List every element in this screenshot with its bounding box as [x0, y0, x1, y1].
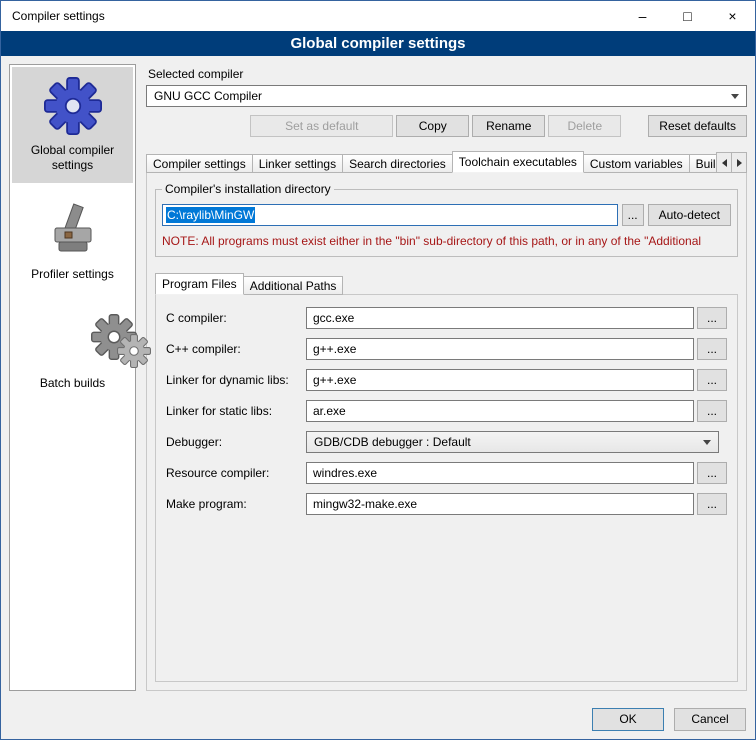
titlebar[interactable]: Compiler settings – □ × [1, 1, 755, 31]
field-value: g++.exe [313, 373, 356, 387]
tabs-scroll-area: Compiler settings Linker settings Search… [146, 151, 716, 173]
dialog-footer: OK Cancel [1, 699, 755, 739]
settings-tabstrip: Compiler settings Linker settings Search… [146, 151, 747, 173]
tab-label: Additional Paths [250, 279, 337, 293]
cpp-compiler-input[interactable]: g++.exe [306, 338, 694, 360]
installation-directory-group: Compiler's installation directory C:\ray… [155, 189, 738, 257]
window-controls: – □ × [620, 1, 755, 31]
selected-compiler-select[interactable]: GNU GCC Compiler [146, 85, 747, 107]
main-panel: Selected compiler GNU GCC Compiler Set a… [146, 64, 747, 691]
rename-button[interactable]: Rename [472, 115, 545, 137]
field-row: C++ compiler: g++.exe ... [166, 338, 727, 360]
field-value: windres.exe [313, 466, 377, 480]
compiler-actions: Set as default Copy Rename Delete Reset … [146, 115, 747, 137]
tab-build-options[interactable]: Buil [689, 154, 716, 173]
browse-button[interactable]: ... [697, 369, 727, 391]
group-title: Compiler's installation directory [162, 182, 334, 196]
dialog-body: Global compiler settings Profiler settin… [1, 56, 755, 699]
tab-label: Custom variables [590, 157, 683, 171]
install-note: NOTE: All programs must exist either in … [162, 234, 731, 248]
tab-search-directories[interactable]: Search directories [342, 154, 453, 173]
field-row: C compiler: gcc.exe ... [166, 307, 727, 329]
field-value: gcc.exe [313, 311, 354, 325]
tab-scroll-buttons [717, 152, 747, 173]
reset-defaults-button[interactable]: Reset defaults [648, 115, 747, 137]
dynamic-linker-input[interactable]: g++.exe [306, 369, 694, 391]
field-label: Linker for static libs: [166, 404, 306, 418]
field-row: Make program: mingw32-make.exe ... [166, 493, 727, 515]
category-sidebar: Global compiler settings Profiler settin… [9, 64, 136, 691]
sidebar-item-profiler-settings[interactable]: Profiler settings [12, 191, 133, 292]
browse-button[interactable]: ... [697, 462, 727, 484]
selected-compiler-label: Selected compiler [148, 67, 747, 81]
tab-custom-variables[interactable]: Custom variables [583, 154, 690, 173]
sidebar-item-global-compiler-settings[interactable]: Global compiler settings [12, 67, 133, 183]
tab-label: Compiler settings [153, 157, 246, 171]
maximize-button[interactable]: □ [665, 1, 710, 31]
tab-linker-settings[interactable]: Linker settings [252, 154, 343, 173]
tab-label: Program Files [162, 277, 237, 291]
tab-toolchain-executables[interactable]: Toolchain executables [452, 151, 584, 173]
field-row: Debugger: GDB/CDB debugger : Default [166, 431, 727, 453]
field-value: mingw32-make.exe [313, 497, 417, 511]
delete-button: Delete [548, 115, 621, 137]
browse-install-dir-button[interactable]: ... [622, 204, 644, 226]
browse-button[interactable]: ... [697, 307, 727, 329]
debugger-select[interactable]: GDB/CDB debugger : Default [306, 431, 719, 453]
field-label: C compiler: [166, 311, 306, 325]
program-tabs: Program Files Additional Paths [155, 273, 738, 295]
c-compiler-input[interactable]: gcc.exe [306, 307, 694, 329]
ok-button[interactable]: OK [592, 708, 664, 731]
field-label: Linker for dynamic libs: [166, 373, 306, 387]
selected-compiler-value: GNU GCC Compiler [154, 89, 726, 103]
minimize-button[interactable]: – [620, 1, 665, 31]
copy-button[interactable]: Copy [396, 115, 469, 137]
subtab-additional-paths[interactable]: Additional Paths [243, 276, 344, 295]
tab-label: Search directories [349, 157, 446, 171]
tab-label: Toolchain executables [459, 155, 577, 169]
toolchain-executables-page: Compiler's installation directory C:\ray… [146, 172, 747, 691]
tabs-scroll-right-button[interactable] [731, 152, 747, 173]
gear-blue-icon [44, 75, 102, 137]
resource-compiler-input[interactable]: windres.exe [306, 462, 694, 484]
field-label: Make program: [166, 497, 306, 511]
auto-detect-button[interactable]: Auto-detect [648, 204, 731, 226]
field-label: Debugger: [166, 435, 306, 449]
window-title: Compiler settings [1, 9, 105, 23]
page-title: Global compiler settings [1, 31, 755, 56]
browse-button[interactable]: ... [697, 493, 727, 515]
field-label: Resource compiler: [166, 466, 306, 480]
field-value: g++.exe [313, 342, 356, 356]
tab-label: Linker settings [259, 157, 336, 171]
field-row: Linker for dynamic libs: g++.exe ... [166, 369, 727, 391]
compiler-settings-dialog: Compiler settings – □ × Global compiler … [0, 0, 756, 740]
tab-label: Buil [696, 157, 716, 171]
make-program-input[interactable]: mingw32-make.exe [306, 493, 694, 515]
field-label: C++ compiler: [166, 342, 306, 356]
sidebar-item-label: Profiler settings [31, 267, 114, 282]
cancel-button[interactable]: Cancel [674, 708, 746, 731]
sidebar-item-label: Global compiler settings [15, 143, 130, 173]
field-row: Linker for static libs: ar.exe ... [166, 400, 727, 422]
tabs-scroll-left-button[interactable] [716, 152, 732, 173]
static-linker-input[interactable]: ar.exe [306, 400, 694, 422]
subtab-program-files[interactable]: Program Files [155, 273, 244, 295]
set-as-default-button: Set as default [250, 115, 393, 137]
field-value: ar.exe [313, 404, 346, 418]
sidebar-item-label: Batch builds [40, 376, 105, 391]
field-row: Resource compiler: windres.exe ... [166, 462, 727, 484]
sidebar-item-batch-builds[interactable]: Batch builds [12, 300, 133, 401]
browse-button[interactable]: ... [697, 338, 727, 360]
field-value: GDB/CDB debugger : Default [314, 435, 698, 449]
program-files-page: C compiler: gcc.exe ... C++ compiler: g+… [155, 294, 738, 682]
browse-button[interactable]: ... [697, 400, 727, 422]
tab-compiler-settings[interactable]: Compiler settings [146, 154, 253, 173]
chevron-down-icon [726, 94, 744, 99]
profiler-icon [45, 199, 101, 261]
close-button[interactable]: × [710, 1, 755, 31]
install-dir-input[interactable]: C:\raylib\MinGW [162, 204, 618, 226]
install-dir-value: C:\raylib\MinGW [166, 207, 255, 223]
chevron-down-icon [698, 440, 716, 445]
